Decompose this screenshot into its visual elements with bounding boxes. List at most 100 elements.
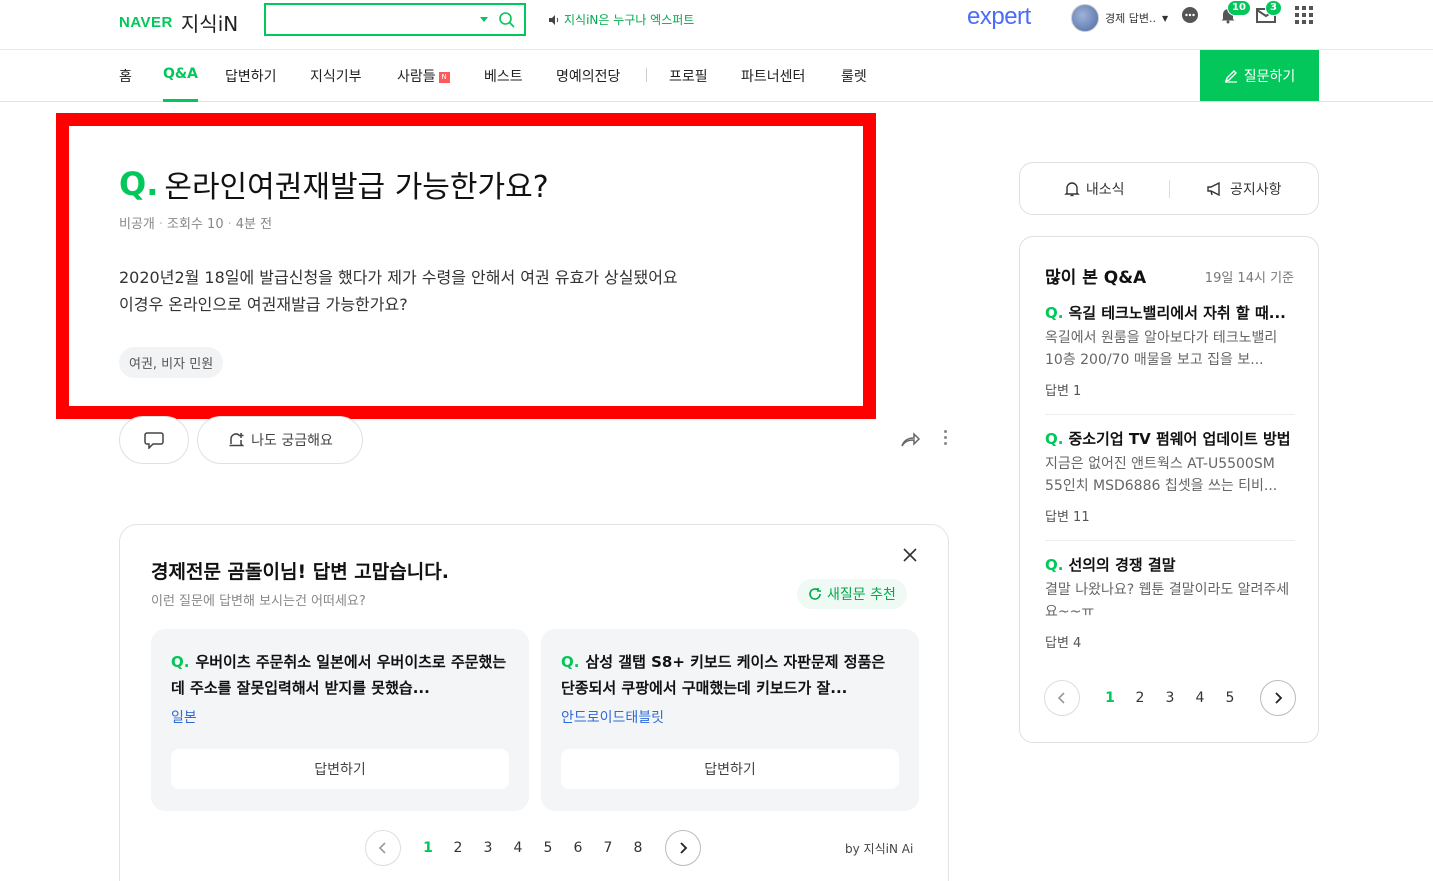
notice-text[interactable]: 지식iN은 누구나 엑스퍼트 bbox=[564, 11, 694, 28]
question-body: 2020년2월 18일에 발급신청을 했다가 제가 수령을 안해서 여권 유효가… bbox=[119, 264, 678, 318]
prev-page-button[interactable] bbox=[1044, 680, 1080, 716]
q-mark: Q. bbox=[1045, 556, 1064, 574]
nav-donation[interactable]: 지식기부 bbox=[310, 66, 362, 102]
more-options-icon[interactable] bbox=[944, 430, 947, 445]
nav-home[interactable]: 홈 bbox=[119, 66, 132, 102]
question-title: Q. 온라인여권재발급 가능한가요? bbox=[119, 162, 549, 206]
next-page-button[interactable] bbox=[665, 830, 701, 866]
mail-icon[interactable]: 3 bbox=[1255, 0, 1282, 26]
refresh-questions-button[interactable]: 새질문 추천 bbox=[797, 579, 907, 609]
share-icon[interactable] bbox=[899, 428, 921, 450]
q-mark: Q. bbox=[119, 165, 159, 203]
page-number[interactable]: 4 bbox=[503, 840, 533, 856]
nav-qna[interactable]: Q&A bbox=[163, 66, 198, 102]
recommend-question-title[interactable]: 우버이츠 주문취소 일본에서 우버이츠로 주문했는데 주소를 잘못입력해서 받지… bbox=[171, 653, 506, 697]
new-badge: N bbox=[438, 72, 450, 83]
curious-button[interactable]: 나도 궁금해요 bbox=[197, 416, 363, 464]
nav-roulette[interactable]: 룰렛 bbox=[841, 66, 867, 102]
speaker-icon bbox=[549, 14, 559, 25]
user-name[interactable]: 경제 답변.. bbox=[1105, 10, 1156, 26]
bell-icon bbox=[1064, 181, 1080, 196]
popular-qna-panel: 많이 본 Q&A 19일 14시 기준 Q. 옥길 테크노밸리에서 자취 할 때.… bbox=[1019, 236, 1319, 743]
chevron-right-icon bbox=[680, 842, 688, 854]
prev-page-button[interactable] bbox=[365, 830, 401, 866]
nav-partner-center[interactable]: 파트너센터 bbox=[741, 66, 805, 102]
talk-icon[interactable] bbox=[1179, 4, 1201, 26]
naver-logo[interactable]: NAVER bbox=[119, 14, 173, 31]
popular-item-body[interactable]: 지금은 없어진 앤트웍스 AT-U5500SM 55인치 MSD6886 칩셋을… bbox=[1045, 453, 1295, 497]
ask-question-button[interactable]: 질문하기 bbox=[1200, 50, 1319, 101]
popular-item[interactable]: Q. 선의의 경쟁 결말 결말 나왔나요? 웹툰 결말이라도 알려주세요~~ㅠ 답… bbox=[1045, 554, 1295, 680]
close-icon[interactable] bbox=[900, 545, 920, 565]
nav-people[interactable]: 사람들 N bbox=[397, 66, 450, 102]
page-number[interactable]: 3 bbox=[1155, 690, 1185, 706]
notices-button[interactable]: 공지사항 bbox=[1170, 179, 1319, 199]
popular-item-body[interactable]: 옥길에서 원룸을 알아보다가 테크노밸리 10층 200/70 매물을 보고 집… bbox=[1045, 327, 1295, 371]
question-meta: 비공개 · 조회수 10 · 4분 전 bbox=[119, 217, 273, 232]
page-number[interactable]: 8 bbox=[623, 840, 653, 856]
page-number[interactable]: 1 bbox=[1095, 690, 1125, 706]
category-tag[interactable]: 여권, 비자 민원 bbox=[119, 347, 224, 378]
recommend-question-text[interactable]: Q. 삼성 갤탭 S8+ 키보드 케이스 자판문제 정품은 단종되서 쿠팡에서 구… bbox=[561, 649, 901, 701]
nav-hall-of-fame[interactable]: 명예의전당 bbox=[556, 66, 620, 102]
expert-logo[interactable]: expert bbox=[967, 3, 1031, 31]
ask-question-label: 질문하기 bbox=[1243, 68, 1296, 85]
page-number[interactable]: 3 bbox=[473, 840, 503, 856]
bell-plus-icon bbox=[229, 433, 245, 447]
nav-answer[interactable]: 답변하기 bbox=[225, 66, 277, 102]
notice-banner[interactable]: 지식iN은 누구나 엑스퍼트 bbox=[548, 11, 694, 28]
next-page-button[interactable] bbox=[1260, 680, 1296, 716]
q-mark: Q. bbox=[561, 653, 580, 671]
popular-item-title[interactable]: Q. 중소기업 TV 펌웨어 업데이트 방법 bbox=[1045, 428, 1295, 450]
popular-item[interactable]: Q. 중소기업 TV 펌웨어 업데이트 방법 지금은 없어진 앤트웍스 AT-U5… bbox=[1045, 428, 1295, 554]
page-number[interactable]: 2 bbox=[443, 840, 473, 856]
search-option-dropdown-icon[interactable] bbox=[480, 17, 488, 22]
search-box[interactable] bbox=[264, 3, 526, 36]
pencil-icon bbox=[1224, 69, 1237, 83]
page-number[interactable]: 7 bbox=[593, 840, 623, 856]
my-news-button[interactable]: 내소식 bbox=[1020, 179, 1169, 199]
user-menu[interactable]: 경제 답변.. ▼ bbox=[1071, 4, 1168, 32]
page-number[interactable]: 5 bbox=[1215, 690, 1245, 706]
grid-menu-icon[interactable] bbox=[1293, 4, 1315, 26]
popular-item[interactable]: Q. 옥길 테크노밸리에서 자취 할 때... 옥길에서 원룸을 알아보다가 테크… bbox=[1045, 302, 1295, 428]
page-number[interactable]: 4 bbox=[1185, 690, 1215, 706]
kin-logo[interactable]: 지식iN bbox=[181, 8, 238, 37]
logo[interactable]: NAVER 지식iN bbox=[119, 8, 238, 37]
popular-item-body[interactable]: 결말 나왔나요? 웹툰 결말이라도 알려주세요~~ㅠ bbox=[1045, 579, 1295, 623]
page-number[interactable]: 5 bbox=[533, 840, 563, 856]
chevron-down-icon[interactable]: ▼ bbox=[1162, 14, 1168, 23]
comment-button[interactable] bbox=[119, 416, 189, 464]
recommend-title: 경제전문 곰돌이님! 답변 고맙습니다. bbox=[151, 561, 449, 583]
recommend-question-card[interactable]: Q. 삼성 갤탭 S8+ 키보드 케이스 자판문제 정품은 단종되서 쿠팡에서 구… bbox=[541, 629, 919, 811]
recommend-question-title[interactable]: 삼성 갤탭 S8+ 키보드 케이스 자판문제 정품은 단종되서 쿠팡에서 구매했… bbox=[561, 653, 885, 697]
recommend-question-category[interactable]: 안드로이드태블릿 bbox=[561, 707, 664, 727]
question-title-text: 온라인여권재발급 가능한가요? bbox=[164, 170, 549, 205]
time-ago: 4분 전 bbox=[235, 217, 273, 232]
bell-icon[interactable]: 10 bbox=[1217, 0, 1251, 26]
answer-button[interactable]: 답변하기 bbox=[171, 749, 509, 789]
popular-item-title-text[interactable]: 선의의 경쟁 결말 bbox=[1068, 556, 1175, 574]
search-input[interactable] bbox=[266, 5, 466, 34]
answer-button[interactable]: 답변하기 bbox=[561, 749, 899, 789]
popular-item-title[interactable]: Q. 옥길 테크노밸리에서 자취 할 때... bbox=[1045, 302, 1295, 324]
nav-best[interactable]: 베스트 bbox=[484, 66, 523, 102]
page-number[interactable]: 6 bbox=[563, 840, 593, 856]
page-number[interactable]: 1 bbox=[413, 840, 443, 856]
recommend-question-category[interactable]: 일본 bbox=[171, 707, 197, 727]
popular-item-title-text[interactable]: 옥길 테크노밸리에서 자취 할 때... bbox=[1068, 304, 1285, 322]
recommend-question-text[interactable]: Q. 우버이츠 주문취소 일본에서 우버이츠로 주문했는데 주소를 잘못입력해서 … bbox=[171, 649, 511, 701]
popular-item-title-text[interactable]: 중소기업 TV 펌웨어 업데이트 방법 bbox=[1068, 430, 1290, 448]
mail-badge: 3 bbox=[1265, 0, 1282, 16]
nav-people-label[interactable]: 사람들 bbox=[397, 69, 436, 85]
recommend-question-card[interactable]: Q. 우버이츠 주문취소 일본에서 우버이츠로 주문했는데 주소를 잘못입력해서 … bbox=[151, 629, 529, 811]
nav-profile[interactable]: 프로필 bbox=[669, 66, 708, 102]
by-ai-label: by 지식iN Ai bbox=[845, 842, 914, 856]
search-icon[interactable] bbox=[498, 11, 516, 29]
page-number[interactable]: 2 bbox=[1125, 690, 1155, 706]
q-mark: Q. bbox=[1045, 304, 1064, 322]
popular-item-title[interactable]: Q. 선의의 경쟁 결말 bbox=[1045, 554, 1295, 576]
recommend-card: 경제전문 곰돌이님! 답변 고맙습니다. 이런 질문에 답변해 보시는건 어떠세… bbox=[119, 524, 949, 881]
q-mark: Q. bbox=[1045, 430, 1064, 448]
avatar[interactable] bbox=[1071, 4, 1099, 32]
